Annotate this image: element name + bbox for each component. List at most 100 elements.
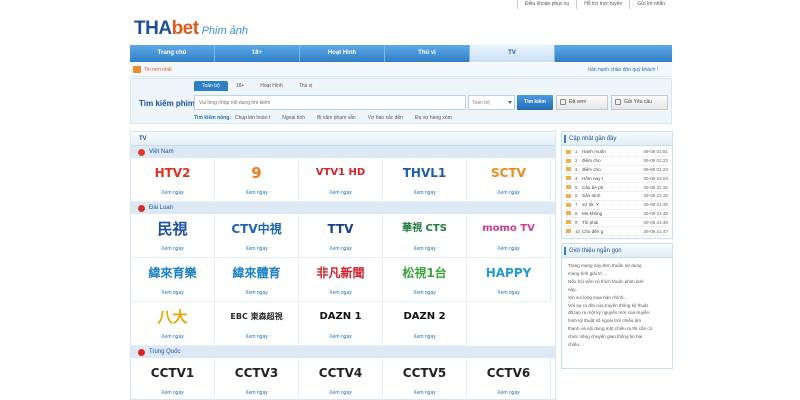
channel-logo[interactable]: CCTV6 <box>475 362 542 384</box>
watch-now-link[interactable]: Xem ngay <box>383 334 466 340</box>
search-input[interactable] <box>194 95 466 110</box>
channel-card[interactable]: 9 Xem ngay <box>215 158 299 202</box>
channel-logo[interactable]: 緯來育樂 <box>139 262 206 284</box>
channel-logo[interactable]: CTV中視 <box>223 218 290 240</box>
nav-tv[interactable]: TV <box>470 45 555 62</box>
watch-now-link[interactable]: Xem ngay <box>215 290 298 296</box>
channel-card[interactable]: CCTV1 Xem ngay <box>131 358 215 400</box>
channel-logo[interactable]: DAZN 2 <box>391 306 458 328</box>
nav-18plus[interactable]: 18+ <box>215 45 300 62</box>
channel-card[interactable]: THVL1 Xem ngay <box>383 158 467 202</box>
watch-now-link[interactable]: Xem ngay <box>383 390 466 396</box>
search-tab-interesting[interactable]: Thú vị <box>291 81 321 91</box>
watch-now-link[interactable]: Xem ngay <box>383 246 466 252</box>
channel-logo[interactable]: 非凡新聞 <box>307 262 374 284</box>
watch-now-link[interactable]: Xem ngay <box>215 190 298 196</box>
channel-card[interactable]: 民視 Xem ngay <box>131 214 215 258</box>
channel-logo[interactable]: 華視 CTS <box>391 218 458 240</box>
channel-logo[interactable]: 八大 <box>139 306 206 328</box>
hot-search-item[interactable]: Ngoại tình <box>282 115 305 121</box>
online-support-link[interactable]: Hỗ trợ trực tuyến <box>576 0 629 9</box>
watch-now-link[interactable]: Xem ngay <box>299 290 382 296</box>
channel-card[interactable]: 緯來育樂 Xem ngay <box>131 258 215 302</box>
search-button[interactable]: Tìm kiếm <box>517 95 553 110</box>
update-row[interactable]: 10 Cho đến g 29-08 21:47 <box>566 227 668 236</box>
request-button[interactable]: Gửi Yêu cầu <box>611 95 668 110</box>
update-row[interactable]: 7 vợ tôi. Y 29-08 21:48 <box>566 201 668 210</box>
nav-animation[interactable]: Hoạt Hình <box>300 45 385 62</box>
channel-logo[interactable]: DAZN 1 <box>307 306 374 328</box>
watch-now-link[interactable]: Xem ngay <box>467 390 550 396</box>
channel-card[interactable]: momo TV Xem ngay <box>467 214 551 258</box>
update-row[interactable]: 4 Hôm nay t 29-08 23:04 <box>566 174 668 184</box>
update-row[interactable]: 8 Mẹ không 29-08 21:48 <box>566 210 668 219</box>
nav-interesting[interactable]: Thú vị <box>385 45 470 62</box>
channel-logo[interactable]: SCTV <box>475 162 542 184</box>
update-row[interactable]: 6 Sân trinh 29-08 22:29 <box>566 192 668 201</box>
nav-home[interactable]: Trang chủ <box>130 45 215 62</box>
search-tab-animation[interactable]: Hoạt Hình <box>252 81 291 91</box>
channel-logo[interactable]: THVL1 <box>391 162 458 184</box>
channel-card[interactable]: CCTV3 Xem ngay <box>215 358 299 400</box>
channel-card[interactable]: HAPPY Xem ngay <box>467 258 551 302</box>
update-row[interactable]: 2 điểm cho 09-08 01:23 <box>566 157 668 166</box>
watch-now-link[interactable]: Xem ngay <box>299 334 382 340</box>
latest-news[interactable]: Tin mới nhất <box>133 66 172 73</box>
watch-now-link[interactable]: Xem ngay <box>131 290 214 296</box>
send-message-link[interactable]: Gửi lời nhắn <box>629 0 672 9</box>
channel-logo[interactable]: HTV2 <box>139 162 206 184</box>
channel-card[interactable]: CCTV5 Xem ngay <box>383 358 467 400</box>
search-category-select[interactable]: Toàn bộ <box>468 95 515 110</box>
watch-now-link[interactable]: Xem ngay <box>467 290 550 296</box>
watch-now-link[interactable]: Xem ngay <box>131 390 214 396</box>
channel-card[interactable]: CCTV6 Xem ngay <box>467 358 551 400</box>
channel-card[interactable]: HTV2 Xem ngay <box>131 158 215 202</box>
watch-now-link[interactable]: Xem ngay <box>131 334 214 340</box>
channel-card[interactable]: EBC 東森超視 Xem ngay <box>215 302 299 346</box>
watched-button[interactable]: Đã xem <box>556 95 608 110</box>
watch-now-link[interactable]: Xem ngay <box>299 390 382 396</box>
channel-logo[interactable]: 民視 <box>139 218 206 240</box>
search-tab-18plus[interactable]: 18+ <box>228 81 252 91</box>
watch-now-link[interactable]: Xem ngay <box>131 190 214 196</box>
hot-search-item[interactable]: Chụp lén hoàn t <box>235 115 270 121</box>
channel-logo[interactable]: 緯來體育 <box>223 262 290 284</box>
channel-card[interactable]: SCTV Xem ngay <box>467 158 551 202</box>
search-tab-all[interactable]: Toàn bộ <box>194 81 228 91</box>
channel-card[interactable]: CCTV4 Xem ngay <box>299 358 383 400</box>
channel-logo[interactable]: 松視1台 <box>391 262 458 284</box>
channel-logo[interactable]: momo TV <box>475 218 542 240</box>
channel-logo[interactable]: CCTV4 <box>307 362 374 384</box>
channel-logo[interactable]: VTV1 HD <box>307 162 374 184</box>
site-logo[interactable]: THA bet Phim ảnh <box>134 18 248 40</box>
watch-now-link[interactable]: Xem ngay <box>467 190 550 196</box>
channel-logo[interactable]: CCTV1 <box>139 362 206 384</box>
watch-now-link[interactable]: Xem ngay <box>131 246 214 252</box>
update-row[interactable]: 3 điểm cho 09-08 01:23 <box>566 166 668 175</box>
hot-search-item[interactable]: Vợ hào sắc đến <box>368 115 403 121</box>
update-row[interactable]: 9 Tôi phải 29-08 21:48 <box>566 218 668 228</box>
channel-logo[interactable]: 9 <box>223 162 290 184</box>
channel-card[interactable]: 非凡新聞 Xem ngay <box>299 258 383 302</box>
channel-card[interactable]: DAZN 2 Xem ngay <box>383 302 467 346</box>
update-row[interactable]: 1 Hạnh muốn 09-08 01:51 <box>566 148 668 157</box>
terms-link[interactable]: Điều khoản phục vụ <box>517 0 576 9</box>
channel-logo[interactable]: EBC 東森超視 <box>223 306 290 328</box>
channel-card[interactable]: TTV Xem ngay <box>299 214 383 258</box>
channel-card[interactable]: DAZN 1 Xem ngay <box>299 302 383 346</box>
channel-card[interactable]: 八大 Xem ngay <box>131 302 215 346</box>
channel-logo[interactable]: HAPPY <box>475 262 542 284</box>
channel-logo[interactable]: CCTV3 <box>223 362 290 384</box>
channel-card[interactable]: CTV中視 Xem ngay <box>215 214 299 258</box>
watch-now-link[interactable]: Xem ngay <box>299 190 382 196</box>
channel-card[interactable]: 松視1台 Xem ngay <box>383 258 467 302</box>
watch-now-link[interactable]: Xem ngay <box>215 334 298 340</box>
watch-now-link[interactable]: Xem ngay <box>215 390 298 396</box>
watch-now-link[interactable]: Xem ngay <box>383 190 466 196</box>
hot-search-item[interactable]: Bị xâm phạm vẫn <box>317 115 356 121</box>
update-row[interactable]: 5 Câu bé ph 29-08 22:32 <box>566 183 668 192</box>
watch-now-link[interactable]: Xem ngay <box>383 290 466 296</box>
watch-now-link[interactable]: Xem ngay <box>467 246 550 252</box>
channel-logo[interactable]: TTV <box>307 218 374 240</box>
channel-logo[interactable]: CCTV5 <box>391 362 458 384</box>
